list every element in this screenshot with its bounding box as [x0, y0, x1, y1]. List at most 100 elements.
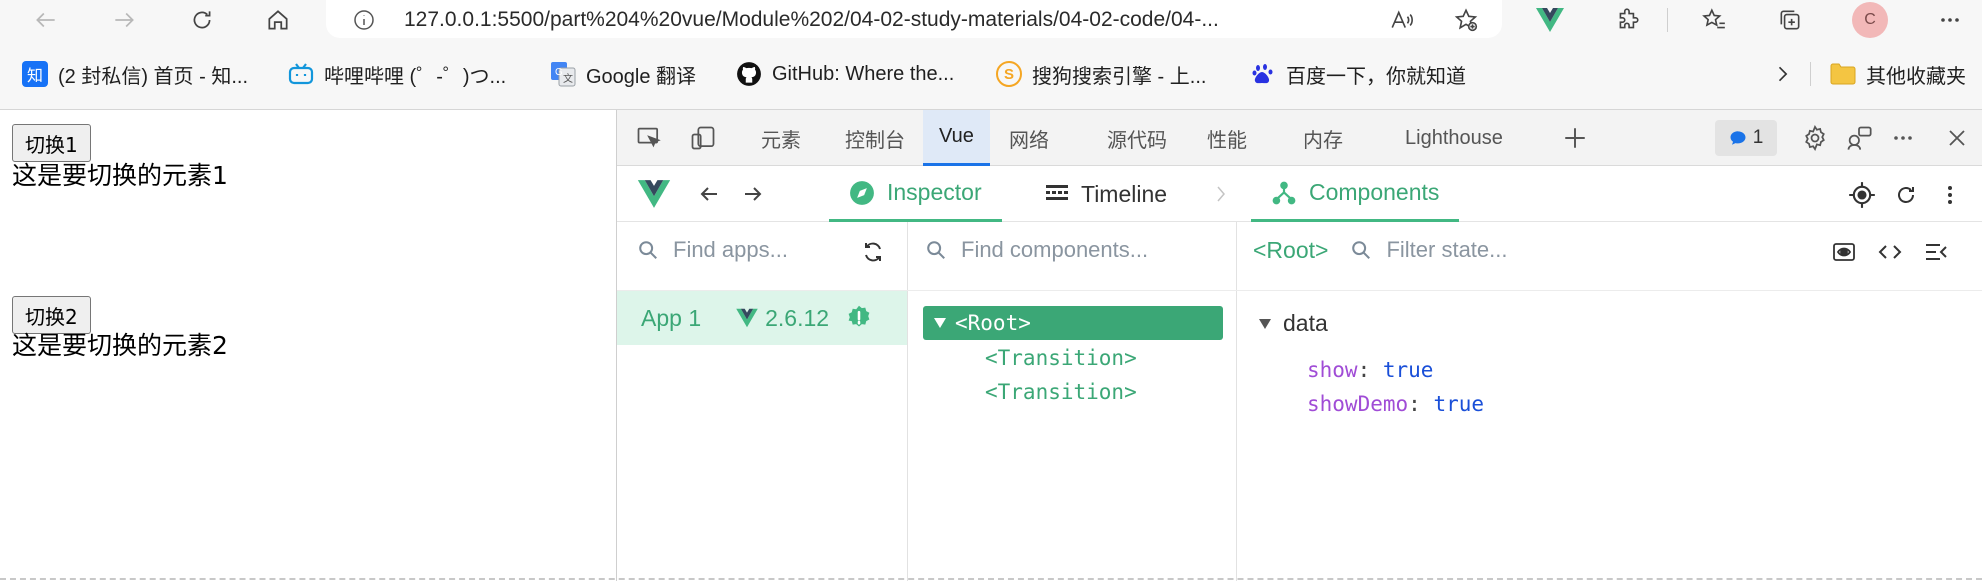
select-component-target-icon[interactable] — [1845, 178, 1879, 212]
favorites-icon[interactable] — [1694, 2, 1734, 38]
vue-devtools-toolbar: Inspector Timeline Components — [617, 166, 1982, 222]
components-label: Components — [1309, 179, 1440, 205]
browser-toolbar: 127.0.0.1:5500/part%204%20vue/Module%202… — [0, 0, 1982, 38]
vue-back-icon[interactable] — [693, 178, 725, 210]
bookmark-label: 其他收藏夹 — [1866, 65, 1966, 88]
timeline-label: Timeline — [1081, 180, 1168, 207]
vue-devtools-extension-icon[interactable] — [1530, 2, 1570, 38]
tab-vue[interactable]: Vue — [923, 110, 990, 166]
more-bookmarks-chevron-icon[interactable] — [1766, 58, 1798, 90]
tab-elements[interactable]: 元素 — [761, 110, 801, 166]
bookmark-zhihu[interactable]: 知 (2 封私信) 首页 - 知... — [22, 58, 248, 90]
folder-icon — [1830, 61, 1856, 87]
extensions-icon[interactable] — [1608, 2, 1648, 38]
bookmark-github[interactable]: GitHub: Where the... — [736, 58, 954, 90]
inspector-tab[interactable]: Inspector — [829, 166, 1002, 222]
close-devtools-icon[interactable] — [1939, 120, 1975, 156]
bookmarks-bar: 知 (2 封私信) 首页 - 知... 哔哩哔哩 (゜-゜)つ... G文 Go… — [0, 38, 1982, 110]
vue-version: 2.6.12 — [765, 304, 830, 331]
baidu-icon — [1250, 61, 1276, 87]
info-icon[interactable] — [350, 6, 378, 34]
add-favorite-icon[interactable] — [1450, 4, 1482, 36]
inspect-element-icon[interactable] — [631, 120, 667, 156]
message-icon — [1729, 129, 1747, 147]
components-tab[interactable]: Components — [1251, 166, 1460, 222]
refresh-apps-icon[interactable] — [857, 236, 889, 268]
collections-icon[interactable] — [1770, 2, 1810, 38]
tree-root-node[interactable]: <Root> — [923, 306, 1223, 340]
caret-down-icon — [933, 317, 947, 329]
address-url[interactable]: 127.0.0.1:5500/part%204%20vue/Module%202… — [404, 8, 1219, 32]
caret-down-icon — [1259, 318, 1271, 329]
svg-text:文: 文 — [563, 72, 573, 85]
address-bar[interactable]: 127.0.0.1:5500/part%204%20vue/Module%202… — [326, 0, 1502, 38]
tree-node-transition[interactable]: <Transition> — [985, 380, 1137, 404]
page-content: 切换1 这是要切换的元素1 切换2 这是要切换的元素2 — [0, 110, 616, 581]
components-tree-icon — [1271, 180, 1297, 206]
filter-state-placeholder: Filter state... — [1386, 237, 1508, 262]
zhihu-icon: 知 — [22, 61, 48, 87]
bookmark-google-translate[interactable]: G文 Google 翻译 — [550, 58, 696, 90]
settings-gear-icon[interactable] — [1797, 120, 1833, 156]
vue-forward-icon[interactable] — [737, 178, 769, 210]
find-components-placeholder: Find components... — [961, 237, 1149, 262]
issues-counter[interactable]: 1 — [1715, 120, 1777, 156]
filter-state-search[interactable]: <Root> Filter state... — [1253, 222, 1813, 278]
tab-console[interactable]: 控制台 — [845, 110, 905, 166]
forward-icon[interactable] — [104, 2, 144, 38]
devtools-more-icon[interactable] — [1885, 120, 1921, 156]
inspect-dom-code-icon[interactable] — [1873, 236, 1907, 268]
device-emulation-icon[interactable] — [685, 120, 721, 156]
find-components-search[interactable]: Find components... — [925, 222, 1225, 278]
warning-badge-icon — [845, 304, 873, 332]
add-tab-icon[interactable] — [1557, 120, 1593, 156]
app-list-item[interactable]: App 1 2.6.12 — [617, 291, 907, 345]
profile-avatar[interactable]: C — [1852, 2, 1888, 38]
back-icon[interactable] — [26, 2, 66, 38]
tab-network[interactable]: 网络 — [1009, 110, 1049, 166]
bookmark-bilibili[interactable]: 哔哩哔哩 (゜-゜)つ... — [288, 58, 506, 90]
window-bottom-edge — [0, 578, 1982, 580]
find-apps-placeholder: Find apps... — [673, 237, 788, 262]
read-aloud-icon[interactable] — [1386, 4, 1418, 36]
vue-refresh-icon[interactable] — [1889, 178, 1923, 212]
timeline-icon — [1045, 183, 1069, 205]
search-icon — [1350, 239, 1372, 261]
tree-pane-divider — [1236, 222, 1237, 581]
tab-performance[interactable]: 性能 — [1207, 110, 1247, 166]
sogou-icon: S — [996, 61, 1022, 87]
bookmark-label: 哔哩哔哩 (゜-゜)つ... — [324, 65, 507, 88]
bookmark-label: 搜狗搜索引擎 - 上... — [1032, 65, 1207, 88]
bookmark-label: GitHub: Where the... — [772, 62, 955, 85]
github-icon — [736, 61, 762, 87]
toolbar-divider — [1667, 8, 1668, 32]
toggle-element-1-text: 这是要切换的元素1 — [12, 161, 228, 190]
tree-node-transition[interactable]: <Transition> — [985, 346, 1137, 370]
toggle-element-2-text: 这是要切换的元素2 — [12, 331, 228, 360]
bookmark-sogou[interactable]: S 搜狗搜索引擎 - 上... — [996, 58, 1206, 90]
feedback-icon[interactable] — [1841, 120, 1877, 156]
scroll-to-component-icon[interactable] — [1827, 236, 1861, 268]
state-section-data[interactable]: data — [1253, 310, 1328, 337]
bookmarks-divider — [1810, 62, 1811, 86]
tab-sources[interactable]: 源代码 — [1107, 110, 1167, 166]
tree-root-label: <Root> — [955, 311, 1031, 335]
more-options-icon[interactable] — [1930, 2, 1970, 38]
state-entry-show[interactable]: show: true — [1307, 358, 1433, 382]
bookmark-baidu[interactable]: 百度一下，你就知道 — [1250, 58, 1466, 90]
refresh-icon[interactable] — [182, 2, 222, 38]
tab-lighthouse[interactable]: Lighthouse — [1405, 110, 1503, 166]
bookmarks-other-folder[interactable]: 其他收藏夹 — [1830, 58, 1966, 90]
home-icon[interactable] — [258, 2, 298, 38]
tab-memory[interactable]: 内存 — [1303, 110, 1343, 166]
search-icon — [637, 239, 659, 261]
state-entry-showdemo[interactable]: showDemo: true — [1307, 392, 1484, 416]
state-value: true — [1433, 392, 1485, 416]
issues-count: 1 — [1752, 127, 1764, 148]
collapse-state-icon[interactable] — [1919, 236, 1953, 268]
breadcrumb-chevron-icon — [1211, 180, 1231, 208]
timeline-tab[interactable]: Timeline — [1045, 166, 1167, 222]
vue-logo-icon — [635, 176, 673, 212]
app-name: App 1 — [641, 304, 702, 331]
vue-more-vertical-icon[interactable] — [1933, 178, 1967, 212]
